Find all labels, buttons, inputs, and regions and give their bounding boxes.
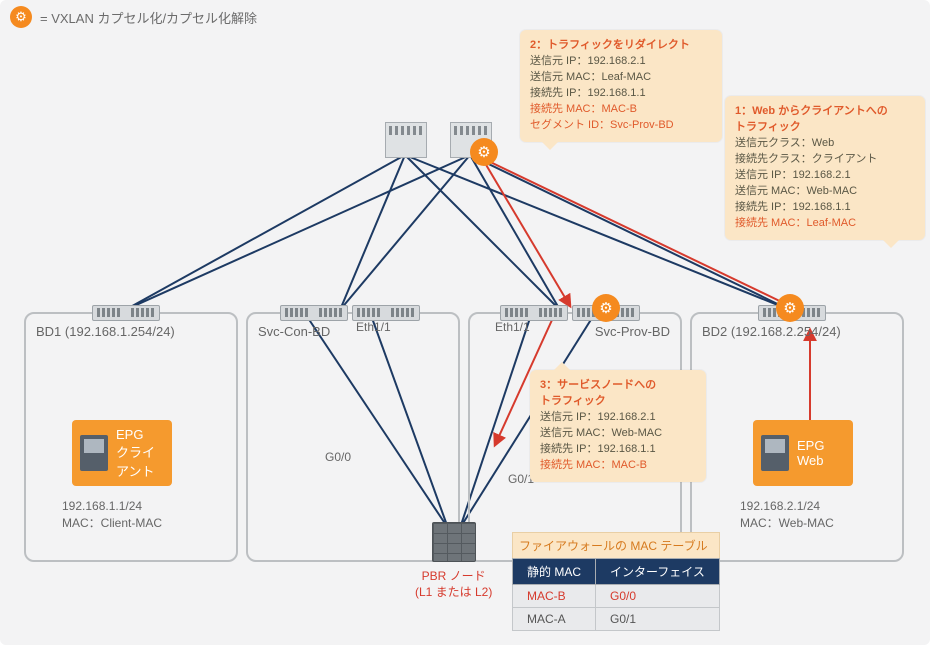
bd3-title: Svc-Prov-BD xyxy=(595,324,670,339)
bd2-title: Svc-Con-BD xyxy=(258,324,330,339)
leaf-svc-con-2 xyxy=(352,305,420,321)
mac-table: ファイアウォールの MAC テーブル 静的 MAC インターフェイス MAC-B… xyxy=(512,532,720,631)
bd1-title: BD1 (192.168.1.254/24) xyxy=(36,324,175,339)
server-icon xyxy=(80,435,108,471)
epg-client-l3: アント xyxy=(116,461,155,480)
mac-table-caption: ファイアウォールの MAC テーブル xyxy=(512,532,720,558)
port-eth-right: Eth1/1 xyxy=(495,320,530,334)
mac-table-cell: MAC-A xyxy=(513,608,596,631)
leaf-svc-con-1 xyxy=(280,305,348,321)
epg-client-l2: クライ xyxy=(116,442,155,461)
leaf-bd1 xyxy=(92,305,160,321)
epg-web: EPG Web xyxy=(753,420,853,486)
mac-table-cell: MAC-B xyxy=(513,585,596,608)
vxlan-node-spine xyxy=(470,138,498,166)
leaf-svc-prov-1 xyxy=(500,305,568,321)
vxlan-node-svcprov xyxy=(592,294,620,322)
epg-web-ip: 192.168.2.1/24 MAC：Web-MAC xyxy=(740,498,834,532)
spine-switch-1 xyxy=(385,122,427,158)
bd4-title: BD2 (192.168.2.254/24) xyxy=(702,324,841,339)
epg-client-l1: EPG xyxy=(116,427,155,442)
epg-web-l1: EPG xyxy=(797,438,824,453)
mac-table-cell: G0/1 xyxy=(596,608,720,631)
bd2-box: Svc-Con-BD xyxy=(246,312,460,562)
mac-table-h2: インターフェイス xyxy=(596,559,720,585)
vxlan-node-bd2 xyxy=(776,294,804,322)
epg-web-l2: Web xyxy=(797,453,824,468)
callout-2: 2：トラフィックをリダイレクト 送信元 IP：192.168.2.1 送信元 M… xyxy=(520,30,722,142)
diagram-stage: = VXLAN カプセル化/カプセル化解除 xyxy=(0,0,930,645)
mac-table-row: MAC-B G0/0 xyxy=(513,585,720,608)
firewall-icon xyxy=(432,522,476,562)
mac-table-row: MAC-A G0/1 xyxy=(513,608,720,631)
port-eth-left: Eth1/1 xyxy=(356,320,391,334)
mac-table-cell: G0/0 xyxy=(596,585,720,608)
port-g00: G0/0 xyxy=(325,450,351,464)
callout-3: 3：サービスノードへの トラフィック 送信元 IP：192.168.2.1 送信… xyxy=(530,370,706,482)
mac-table-header-row: 静的 MAC インターフェイス xyxy=(513,559,720,585)
server-icon xyxy=(761,435,789,471)
epg-client: EPG クライ アント xyxy=(72,420,172,486)
callout-1: 1：Web からクライアントへの トラフィック 送信元クラス：Web 接続先クラ… xyxy=(725,96,925,240)
pbr-node-label: PBR ノード (L1 または L2) xyxy=(415,568,492,600)
epg-client-ip: 192.168.1.1/24 MAC：Client-MAC xyxy=(62,498,162,532)
mac-table-h1: 静的 MAC xyxy=(513,559,596,585)
